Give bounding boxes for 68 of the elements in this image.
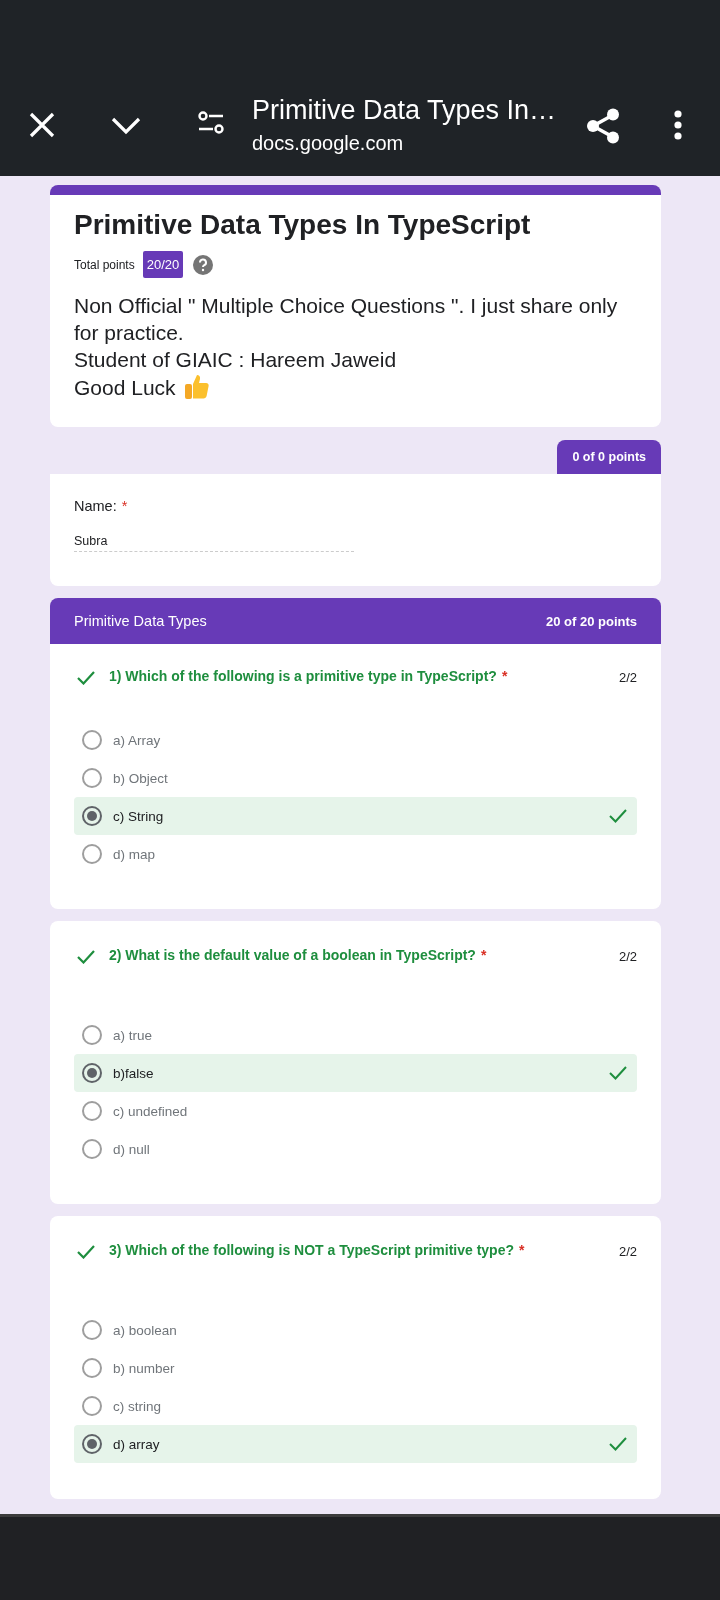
radio-button[interactable] (82, 1101, 102, 1121)
section-title: Primitive Data Types (74, 613, 207, 629)
answer-option[interactable]: b)false (74, 1054, 637, 1092)
required-asterisk: * (519, 1242, 525, 1258)
answer-option[interactable]: c) undefined (74, 1092, 637, 1130)
form-title: Primitive Data Types In TypeScript (74, 209, 532, 241)
close-icon[interactable] (28, 111, 56, 139)
radio-button[interactable] (82, 1396, 102, 1416)
question-text: 2) What is the default value of a boolean in TypeScript? (109, 947, 476, 963)
radio-button[interactable] (82, 1320, 102, 1340)
answer-option[interactable]: c) String (74, 797, 637, 835)
radio-button[interactable] (82, 1139, 102, 1159)
answer-option[interactable]: b) Object (74, 759, 637, 797)
option-label: d) map (113, 846, 157, 862)
question-text: 3) Which of the following is NOT a TypeScript primitive type? (109, 1242, 514, 1258)
description-line: Non Official " Multiple Choice Questions ". I just share only for practice. (74, 293, 619, 346)
total-points-badge: 20/20 (142, 251, 184, 278)
filter-icon[interactable] (197, 111, 225, 135)
option-label: c) string (113, 1398, 162, 1414)
option-label: c) String (113, 808, 165, 824)
option-label: a) boolean (113, 1322, 178, 1338)
option-label: d) null (113, 1141, 151, 1157)
total-points-label: Total points (74, 257, 135, 272)
question-score: 2/2 (618, 1244, 637, 1259)
option-label: c) undefined (113, 1103, 189, 1119)
thumbs-up-icon (183, 373, 210, 401)
page-url: docs.google.com (252, 132, 405, 155)
help-icon[interactable] (193, 254, 214, 275)
radio-button[interactable] (82, 768, 102, 788)
answer-option[interactable]: d) map (74, 835, 637, 873)
answer-option[interactable]: b) number (74, 1349, 637, 1387)
section-points: 20 of 20 points (545, 613, 637, 629)
answer-option[interactable]: d) null (74, 1130, 637, 1168)
radio-button[interactable] (82, 1063, 102, 1083)
required-asterisk: * (501, 668, 508, 684)
radio-button[interactable] (82, 844, 102, 864)
option-label: a) Array (113, 732, 162, 748)
option-label: d) array (113, 1436, 161, 1452)
name-label: Name: (74, 498, 117, 514)
radio-button[interactable] (82, 1434, 102, 1454)
option-label: a) true (113, 1027, 154, 1043)
answer-option[interactable]: a) Array (74, 721, 637, 759)
page-title: Primitive Data Types In… (252, 95, 557, 126)
answer-option[interactable]: a) boolean (74, 1311, 637, 1349)
answer-option[interactable]: a) true (74, 1016, 637, 1054)
share-icon[interactable] (586, 108, 620, 144)
check-icon (609, 809, 627, 823)
option-label: b)false (113, 1065, 155, 1081)
answer-option[interactable]: c) string (74, 1387, 637, 1425)
radio-button[interactable] (82, 730, 102, 750)
chevron-down-icon[interactable] (110, 116, 142, 136)
name-answer: Subra (74, 534, 354, 552)
question-score: 2/2 (618, 670, 637, 685)
question-text: 1) Which of the following is a primitive type in TypeScript? (109, 668, 497, 684)
radio-button[interactable] (82, 1025, 102, 1045)
answer-option[interactable]: d) array (74, 1425, 637, 1463)
description-line: Student of GIAIC : Hareem Jaweid (74, 347, 398, 373)
check-icon (609, 1066, 627, 1080)
required-asterisk: * (121, 498, 128, 514)
option-label: b) Object (113, 770, 169, 786)
check-icon (609, 1437, 627, 1451)
radio-button[interactable] (82, 1358, 102, 1378)
required-asterisk: * (480, 947, 487, 963)
option-label: b) number (113, 1360, 176, 1376)
more-icon[interactable] (674, 110, 682, 140)
question-score: 2/2 (618, 949, 637, 964)
radio-button[interactable] (82, 806, 102, 826)
description-line: Good Luck (74, 374, 176, 401)
